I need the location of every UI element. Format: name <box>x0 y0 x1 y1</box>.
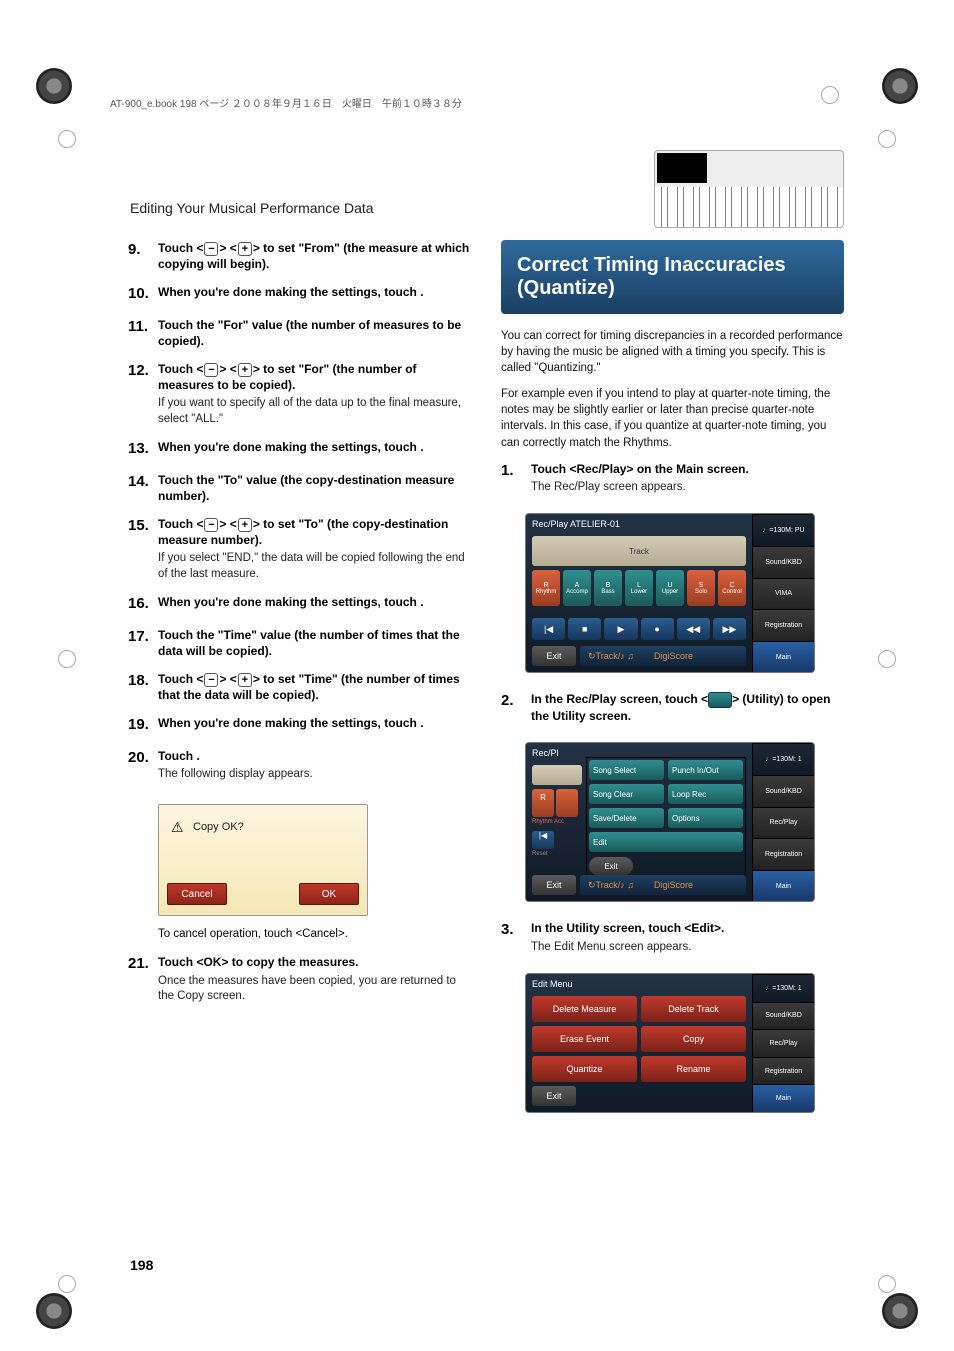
btn-delete-measure[interactable]: Delete Measure <box>532 996 637 1022</box>
paragraph: For example even if you intend to play a… <box>501 386 844 450</box>
tab-sound[interactable]: Sound/KBD <box>752 1002 814 1030</box>
step-12: 12.Touch <−> <+> to set "For" (the numbe… <box>128 361 471 427</box>
step-r3: 3. In the Utility screen, touch <Edit>. … <box>501 920 844 955</box>
btn-copy[interactable]: Copy <box>641 1026 746 1052</box>
menu-song-clear[interactable]: Song Clear <box>589 784 664 804</box>
btn-erase-event[interactable]: Erase Event <box>532 1026 637 1052</box>
transport-play[interactable]: ▶ <box>604 618 637 640</box>
step-20: 20.Touch .The following display appears. <box>128 748 471 783</box>
step-14: 14.Touch the "To" value (the copy-destin… <box>128 472 471 504</box>
tab-sound[interactable]: Sound/KBD <box>752 775 814 807</box>
recplay-screenshot: Rec/Play ATELIER-01 Track RRhythmAAccomp… <box>525 513 815 673</box>
dialog-caption: To cancel operation, touch <Cancel>. <box>158 928 471 940</box>
menu-song-select[interactable]: Song Select <box>589 760 664 780</box>
step-9: 9.Touch <−> <+> to set "From" (the measu… <box>128 240 471 272</box>
util-exit-button[interactable]: Exit <box>589 857 633 875</box>
transport-rec[interactable]: ● <box>641 618 674 640</box>
transport-stop[interactable]: ■ <box>568 618 601 640</box>
utility-screenshot: Rec/Pl R Rhythm Acc |◀ Reset Song Select… <box>525 742 815 902</box>
tab-vima[interactable]: VIMA <box>752 578 814 610</box>
right-column: Correct Timing Inaccuracies (Quantize) Y… <box>501 240 844 1291</box>
menu-options[interactable]: Options <box>668 808 743 828</box>
track-solo[interactable]: SSolo <box>687 570 715 606</box>
tab-main[interactable]: Main <box>752 641 814 673</box>
section-heading: Correct Timing Inaccuracies (Quantize) <box>501 240 844 314</box>
warning-icon: ⚠ <box>171 819 184 836</box>
transport-reset[interactable]: |◀ <box>532 618 565 640</box>
track-rhythm[interactable]: RRhythm <box>532 570 560 606</box>
menu-punch[interactable]: Punch In/Out <box>668 760 743 780</box>
step-15: 15.Touch <−> <+> to set "To" (the copy-d… <box>128 516 471 582</box>
ok-button[interactable]: OK <box>299 883 359 905</box>
track-lower[interactable]: LLower <box>625 570 653 606</box>
tab-registration[interactable]: Registration <box>752 1057 814 1085</box>
cancel-button[interactable]: Cancel <box>167 883 227 905</box>
paragraph: You can correct for timing discrepancies… <box>501 328 844 376</box>
track-upper[interactable]: UUpper <box>656 570 684 606</box>
step-13: 13.When you're done making the settings,… <box>128 439 471 459</box>
tab-recplay[interactable]: Rec/Play <box>752 1029 814 1057</box>
tab-registration[interactable]: Registration <box>752 838 814 870</box>
left-column: 9.Touch <−> <+> to set "From" (the measu… <box>128 240 471 1291</box>
step-19: 19.When you're done making the settings,… <box>128 715 471 735</box>
step-21: 21. Touch <OK> to copy the measures. Onc… <box>128 954 471 1004</box>
copy-confirm-dialog: ⚠ Copy OK? Cancel OK <box>158 804 368 916</box>
menu-edit[interactable]: Edit <box>589 832 743 852</box>
track-display: ↻ Track/♪ ♫ DigiScore <box>580 646 746 666</box>
page-header-note: AT-900_e.book 198 ページ ２００８年９月１６日 火曜日 午前１… <box>110 95 462 110</box>
exit-button[interactable]: Exit <box>532 875 576 895</box>
step-16: 16.When you're done making the settings,… <box>128 594 471 614</box>
chapter-title: Editing Your Musical Performance Data <box>130 200 374 216</box>
step-r2: 2. In the Rec/Play screen, touch <> (Uti… <box>501 691 844 724</box>
btn-quantize[interactable]: Quantize <box>532 1056 637 1082</box>
tab-sound[interactable]: Sound/KBD <box>752 546 814 578</box>
step-18: 18.Touch <−> <+> to set "Time" (the numb… <box>128 671 471 703</box>
tab-main[interactable]: Main <box>752 870 814 902</box>
exit-button[interactable]: Exit <box>532 646 576 666</box>
tab-registration[interactable]: Registration <box>752 609 814 641</box>
editmenu-screenshot: Edit Menu Delete Measure Delete Track Er… <box>525 973 815 1113</box>
track-accomp[interactable]: AAccomp <box>563 570 591 606</box>
track-display: ↻ Track/♪ ♫ DigiScore <box>580 875 746 895</box>
track-bass[interactable]: BBass <box>594 570 622 606</box>
keyboard-illustration <box>654 150 844 228</box>
step-r1: 1. Touch <Rec/Play> on the Main screen. … <box>501 461 844 496</box>
exit-button[interactable]: Exit <box>532 1086 576 1106</box>
step-10: 10.When you're done making the settings,… <box>128 284 471 304</box>
utility-icon <box>708 692 732 708</box>
transport-fwd[interactable]: ▶▶ <box>713 618 746 640</box>
btn-rename[interactable]: Rename <box>641 1056 746 1082</box>
menu-save-delete[interactable]: Save/Delete <box>589 808 664 828</box>
step-17: 17.Touch the "Time" value (the number of… <box>128 627 471 659</box>
tab-recplay[interactable]: Rec/Play <box>752 807 814 839</box>
dialog-message: Copy OK? <box>193 821 244 833</box>
transport-bwd[interactable]: ◀◀ <box>677 618 710 640</box>
btn-delete-track[interactable]: Delete Track <box>641 996 746 1022</box>
track-control[interactable]: CControl <box>718 570 746 606</box>
tab-main[interactable]: Main <box>752 1084 814 1112</box>
menu-loop-rec[interactable]: Loop Rec <box>668 784 743 804</box>
step-11: 11.Touch the "For" value (the number of … <box>128 317 471 349</box>
